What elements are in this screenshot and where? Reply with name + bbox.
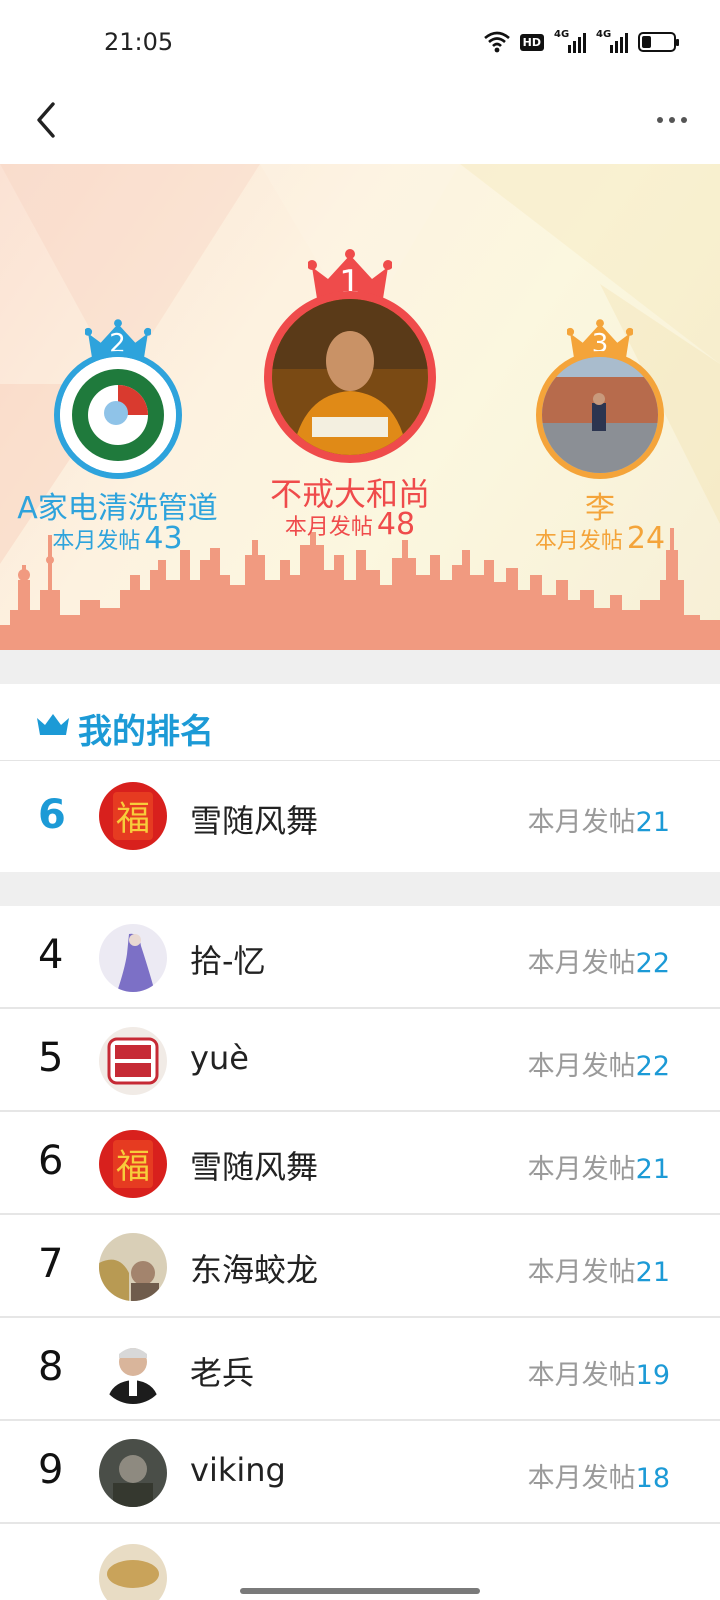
posts-count: 43 [144, 521, 183, 556]
avatar: 福 [99, 782, 167, 850]
avatar [99, 924, 167, 992]
posts-label: 本月发帖 [527, 1463, 636, 1494]
post-count: 本月发帖19 [528, 1353, 670, 1392]
avatar [53, 351, 182, 479]
rank-number: 6 [38, 792, 66, 838]
winner-posts: 本月发帖 43 [0, 521, 235, 556]
chevron-left-icon [37, 102, 55, 138]
avatar [99, 1439, 167, 1507]
winner-posts: 本月发帖 48 [250, 507, 450, 542]
rank-number: 6 [38, 1138, 64, 1184]
user-name: 老兵 [190, 1354, 255, 1392]
posts-count: 48 [376, 507, 416, 542]
user-name: 东海蛟龙 [190, 1251, 319, 1289]
avatar [99, 1027, 167, 1095]
posts-label: 本月发帖 [527, 1360, 636, 1391]
posts-count: 21 [635, 1257, 670, 1288]
rank-number: 9 [38, 1447, 64, 1493]
posts-label: 本月发帖 [284, 515, 373, 540]
list-item[interactable]: 8 老兵 本月发帖19 [0, 1318, 720, 1421]
user-name: 拾-忆 [190, 942, 266, 980]
posts-label: 本月发帖 [527, 1051, 636, 1082]
list-item[interactable]: 4 拾-忆 本月发帖22 [0, 906, 720, 1009]
post-count: 本月发帖21 [528, 1250, 670, 1289]
hd-icon: HD [519, 30, 544, 54]
section-divider [0, 872, 720, 906]
section-divider [0, 650, 720, 684]
status-bar: 21:05 HD 4G 4G [0, 0, 720, 80]
my-rank-title: 我的排名 [78, 712, 214, 752]
podium-second-place[interactable]: 2 A家电清洗管道 本月发帖 43 [0, 319, 235, 559]
back-button[interactable] [22, 96, 70, 144]
post-count: 本月发帖21 [528, 1147, 670, 1186]
avatar [99, 1336, 167, 1404]
more-button[interactable] [644, 98, 700, 142]
podium-third-place[interactable]: 3 李 本月发帖 24 [500, 319, 700, 559]
posts-label: 本月发帖 [527, 948, 636, 979]
post-count: 本月发帖21 [528, 800, 670, 839]
posts-count: 22 [635, 1051, 670, 1082]
avatar [536, 351, 664, 479]
my-rank-header: 我的排名 [0, 684, 720, 761]
avatar [99, 1233, 167, 1301]
rank-number: 8 [38, 1344, 64, 1390]
svg-text:福: 福 [116, 1147, 150, 1187]
posts-label: 本月发帖 [52, 529, 141, 554]
posts-count: 24 [626, 521, 666, 556]
posts-label: 本月发帖 [527, 1257, 636, 1288]
post-count: 本月发帖22 [528, 941, 670, 980]
signal-4g-icon: 4G [596, 29, 628, 53]
user-name: 雪随风舞 [190, 802, 319, 840]
posts-label: 本月发帖 [534, 529, 623, 554]
user-name: 雪随风舞 [190, 1148, 319, 1186]
winner-posts: 本月发帖 24 [500, 521, 700, 556]
user-name: viking [190, 1451, 286, 1489]
list-item[interactable]: 6 福 雪随风舞 本月发帖21 [0, 1112, 720, 1215]
hd-label: HD [519, 33, 544, 51]
posts-count: 19 [635, 1360, 670, 1391]
rank-number: 7 [38, 1241, 64, 1287]
status-time: 21:05 [104, 28, 174, 56]
network-label: 4G [554, 29, 570, 40]
svg-text:福: 福 [116, 799, 150, 839]
signal-4g-icon: 4G [554, 29, 586, 53]
rank-number: 5 [38, 1035, 64, 1081]
avatar [99, 1544, 167, 1600]
posts-count: 21 [635, 1154, 670, 1185]
avatar [264, 291, 436, 463]
my-rank-row[interactable]: 6 福 雪随风舞 本月发帖21 [0, 762, 720, 872]
posts-count: 21 [635, 807, 670, 838]
crown-icon [37, 714, 69, 735]
leaderboard-podium: 1 不戒大和尚 本月发帖 48 2 A家电清洗管道 本月发帖 43 3 李 本月… [0, 164, 720, 650]
wifi-icon [483, 30, 510, 54]
network-label: 4G [596, 29, 612, 40]
post-count: 本月发帖22 [528, 1044, 670, 1083]
post-count: 本月发帖18 [528, 1456, 670, 1495]
list-item[interactable]: 9 viking 本月发帖18 [0, 1421, 720, 1524]
nav-bar [0, 80, 720, 164]
posts-count: 22 [635, 948, 670, 979]
list-item[interactable]: 5 yuè 本月发帖22 [0, 1009, 720, 1112]
user-name: yuè [190, 1039, 249, 1077]
more-horizontal-icon [657, 117, 663, 123]
posts-label: 本月发帖 [527, 807, 636, 838]
posts-count: 18 [635, 1463, 670, 1494]
battery-icon [638, 32, 679, 52]
list-item[interactable]: 7 东海蛟龙 本月发帖21 [0, 1215, 720, 1318]
posts-label: 本月发帖 [527, 1154, 636, 1185]
home-indicator[interactable] [240, 1588, 480, 1594]
podium-first-place[interactable]: 1 不戒大和尚 本月发帖 48 [250, 249, 450, 549]
rank-number: 4 [38, 932, 64, 978]
status-icons: HD 4G 4G [483, 29, 679, 54]
battery-level [642, 36, 651, 48]
avatar: 福 [99, 1130, 167, 1198]
